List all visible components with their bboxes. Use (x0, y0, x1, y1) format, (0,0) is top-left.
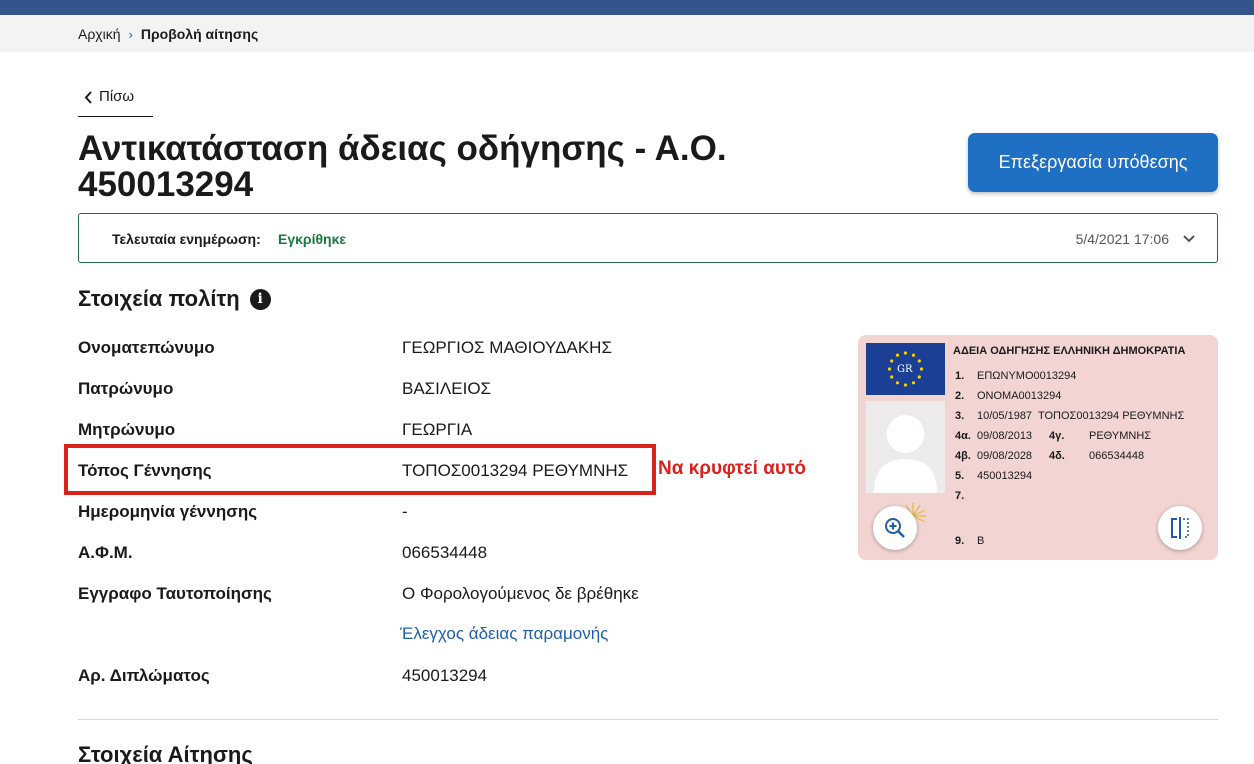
card-line-1: 1. (955, 370, 965, 382)
flip-card-button[interactable] (1158, 506, 1202, 550)
card-line-4d: 4δ. (1049, 450, 1065, 462)
field-row-mother-name: Μητρώνυμο ΓΕΩΡΓΙΑ (78, 420, 818, 442)
info-icon[interactable]: i (249, 288, 271, 310)
application-section-title: Στοιχεία Αίτησης (78, 742, 253, 764)
breadcrumb-home-link[interactable]: Αρχική (78, 26, 121, 42)
field-row-father-name: Πατρώνυμο ΒΑΣΙΛΕΙΟΣ (78, 379, 818, 401)
breadcrumb-separator-icon: › (128, 26, 133, 42)
citizen-section-title: Στοιχεία πολίτη i (78, 286, 271, 312)
residence-permit-link[interactable]: Έλεγχος άδειας παραμονής (400, 624, 608, 644)
status-value: Εγκρίθηκε (278, 231, 347, 247)
card-line-4d-text: 066534448 (1089, 450, 1145, 462)
field-label: Πατρώνυμο (78, 379, 174, 398)
citizen-section-title-text: Στοιχεία πολίτη (78, 286, 240, 311)
field-row-afm: Α.Φ.Μ. 066534448 (78, 543, 818, 565)
annotation-highlight-box (64, 444, 656, 495)
card-line-1-text: ΕΠΩΝΥΜΟ0013294 (977, 370, 1077, 382)
field-label: Αρ. Διπλώματος (78, 666, 210, 685)
card-line-7: 7. (955, 490, 965, 502)
card-line-4b: 4β. (955, 450, 971, 462)
field-row-birthdate: Ημερομηνία γέννησης - (78, 502, 818, 524)
top-bar (0, 0, 1254, 15)
country-code: GR (897, 364, 913, 375)
card-line-5-text: 450013294 (977, 470, 1033, 482)
status-panel[interactable]: Τελευταία ενημέρωση: Εγκρίθηκε 5/4/2021 … (78, 213, 1218, 263)
card-line-4c-text: ΡΕΘΥΜΝΗΣ (1089, 430, 1152, 442)
flip-card-icon (1171, 517, 1189, 539)
field-value: Ο Φορολογούμενος δε βρέθηκε (402, 584, 639, 603)
field-value: - (402, 502, 408, 521)
back-label: Πίσω (99, 88, 135, 105)
card-line-5: 5. (955, 470, 965, 482)
zoom-in-icon (885, 518, 905, 538)
zoom-button[interactable] (873, 506, 917, 550)
field-row-fullname: Ονοματεπώνυμο ΓΕΩΡΓΙΟΣ ΜΑΘΙΟΥΔΑΚΗΣ (78, 338, 818, 360)
field-value: 066534448 (402, 543, 488, 562)
card-line-9: 9. (955, 535, 965, 547)
card-line-2: 2. (955, 390, 965, 402)
page-title: Αντικατάσταση άδειας οδήγησης - Α.Ο. 450… (78, 129, 727, 204)
breadcrumb-bar: Αρχική › Προβολή αίτησης (0, 15, 1254, 52)
breadcrumb: Αρχική › Προβολή αίτησης (78, 26, 258, 42)
status-date: 5/4/2021 17:06 (1075, 231, 1169, 247)
breadcrumb-current: Προβολή αίτησης (140, 26, 259, 42)
card-line-3: 3. (955, 410, 965, 422)
card-title: ΑΔΕΙΑ ΟΔΗΓΗΣΗΣ ΕΛΛΗΝΙΚΗ ΔΗΜΟΚΡΑΤΙΑ (953, 345, 1186, 357)
card-line-3-text: 10/05/1987 ΤΟΠΟΣ0013294 ΡΕΘΥΜΝΗΣ (977, 410, 1185, 422)
license-card: GR ΑΔΕΙΑ ΟΔΗΓΗΣΗΣ ΕΛΛΗΝΙΚΗ ΔΗΜΟΚΡΑΤΙΑ 1.… (858, 335, 1218, 560)
field-row-license-number: Αρ. Διπλώματος 450013294 (78, 666, 818, 688)
field-row-id-document: Εγγραφο Ταυτοποίησης Ο Φορολογούμενος δε… (78, 584, 818, 606)
field-label: Α.Φ.Μ. (78, 543, 133, 562)
annotation-text: Να κρυφτεί αυτό (658, 458, 807, 479)
field-value: ΓΕΩΡΓΙΟΣ ΜΑΘΙΟΥΔΑΚΗΣ (402, 338, 612, 357)
field-label: Εγγραφο Ταυτοποίησης (78, 584, 272, 603)
field-value: ΒΑΣΙΛΕΙΟΣ (402, 379, 492, 398)
card-line-9-text: B (977, 535, 985, 547)
field-value: 450013294 (402, 666, 488, 685)
chevron-left-icon (84, 91, 92, 104)
card-line-4a: 4α. (955, 430, 971, 442)
photo-placeholder-icon (866, 401, 945, 493)
field-label: Ονοματεπώνυμο (78, 338, 215, 357)
card-line-4b-text: 09/08/2028 (977, 450, 1033, 462)
section-divider (78, 719, 1218, 720)
process-case-button[interactable]: Επεξεργασία υπόθεσης (968, 133, 1218, 192)
card-line-4c: 4γ. (1049, 430, 1065, 442)
field-label: Ημερομηνία γέννησης (78, 502, 258, 521)
card-line-4a-text: 09/08/2013 (977, 430, 1033, 442)
back-link[interactable]: Πίσω (78, 86, 153, 117)
card-line-2-text: ΟΝΟΜΑ0013294 (977, 390, 1062, 402)
chevron-down-icon[interactable] (1183, 235, 1195, 243)
field-label: Μητρώνυμο (78, 420, 176, 439)
eu-flag-icon: GR (866, 343, 945, 395)
status-label: Τελευταία ενημέρωση: (112, 231, 261, 247)
field-value: ΓΕΩΡΓΙΑ (402, 420, 473, 439)
